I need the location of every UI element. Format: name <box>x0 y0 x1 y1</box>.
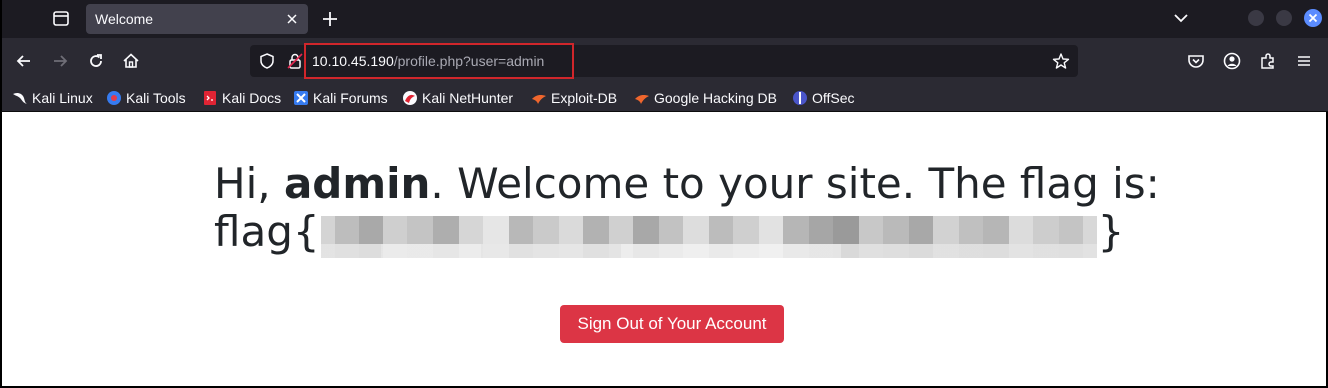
welcome-heading: Hi, admin. Welcome to your site. The fla… <box>214 160 1174 258</box>
username: admin <box>283 159 431 208</box>
bookmark-offsec[interactable]: OffSec <box>792 88 855 108</box>
bookmarks-toolbar: Kali Linux Kali Tools Kali Docs Kali For… <box>0 84 1328 112</box>
address-bar[interactable]: 10.10.45.190/profile.php?user=admin <box>250 43 1078 79</box>
maximize-window-button[interactable] <box>1276 10 1292 26</box>
insecure-lock-icon[interactable] <box>286 52 304 70</box>
tab-welcome[interactable]: Welcome <box>86 4 308 34</box>
exploit-db-icon <box>531 90 547 106</box>
sign-out-button[interactable]: Sign Out of Your Account <box>560 305 784 343</box>
bookmark-kali-docs[interactable]: Kali Docs <box>202 88 281 108</box>
tab-title: Welcome <box>95 11 154 27</box>
forward-arrow-icon[interactable] <box>50 51 70 71</box>
close-window-button[interactable] <box>1304 9 1322 27</box>
account-icon[interactable] <box>1222 51 1242 71</box>
kali-dragon-icon <box>12 90 28 106</box>
greeting-prefix: Hi, <box>214 159 284 208</box>
bookmark-google-hacking-db[interactable]: Google Hacking DB <box>634 88 777 108</box>
kali-nethunter-icon <box>402 90 418 106</box>
bookmark-label: Kali Docs <box>222 90 282 106</box>
new-tab-icon[interactable] <box>320 9 340 29</box>
shield-icon[interactable] <box>258 52 276 70</box>
reload-icon[interactable] <box>86 51 106 71</box>
bookmark-star-icon[interactable] <box>1052 52 1070 70</box>
kali-forums-icon <box>293 90 309 106</box>
extensions-icon[interactable] <box>1258 51 1278 71</box>
bookmark-kali-linux[interactable]: Kali Linux <box>12 88 93 108</box>
pocket-icon[interactable] <box>1186 51 1206 71</box>
flag-prefix: flag{ <box>214 207 320 256</box>
firefox-view-icon[interactable] <box>48 7 74 31</box>
navigation-toolbar: 10.10.45.190/profile.php?user=admin <box>0 38 1328 84</box>
url-highlight-box <box>304 43 574 79</box>
bookmark-kali-tools[interactable]: Kali Tools <box>106 88 186 108</box>
bookmark-label: Google Hacking DB <box>654 90 777 106</box>
menu-icon[interactable] <box>1294 51 1314 71</box>
redacted-flag <box>320 216 1097 258</box>
chevron-down-icon[interactable] <box>1172 9 1190 27</box>
page-content: Hi, admin. Welcome to your site. The fla… <box>0 112 1328 388</box>
tab-bar: Welcome <box>0 0 1328 38</box>
bookmark-label: Exploit-DB <box>551 90 618 106</box>
kali-tools-icon <box>106 90 122 106</box>
kali-docs-icon <box>202 90 218 106</box>
bookmark-kali-forums[interactable]: Kali Forums <box>293 88 388 108</box>
bookmark-label: OffSec <box>812 90 855 106</box>
flag-suffix: } <box>1097 207 1125 256</box>
minimize-window-button[interactable] <box>1248 10 1264 26</box>
offsec-icon <box>792 90 808 106</box>
back-arrow-icon[interactable] <box>14 51 34 71</box>
close-icon[interactable] <box>284 11 300 27</box>
ghdb-icon <box>634 90 650 106</box>
home-icon[interactable] <box>121 51 141 71</box>
bookmark-exploit-db[interactable]: Exploit-DB <box>531 88 617 108</box>
bookmark-label: Kali NetHunter <box>422 90 514 106</box>
bookmark-kali-nethunter[interactable]: Kali NetHunter <box>402 88 513 108</box>
bookmark-label: Kali Tools <box>126 90 186 106</box>
greeting-suffix: . Welcome to your site. The flag is: <box>430 159 1160 208</box>
bookmark-label: Kali Forums <box>313 90 388 106</box>
bookmark-label: Kali Linux <box>32 90 93 106</box>
